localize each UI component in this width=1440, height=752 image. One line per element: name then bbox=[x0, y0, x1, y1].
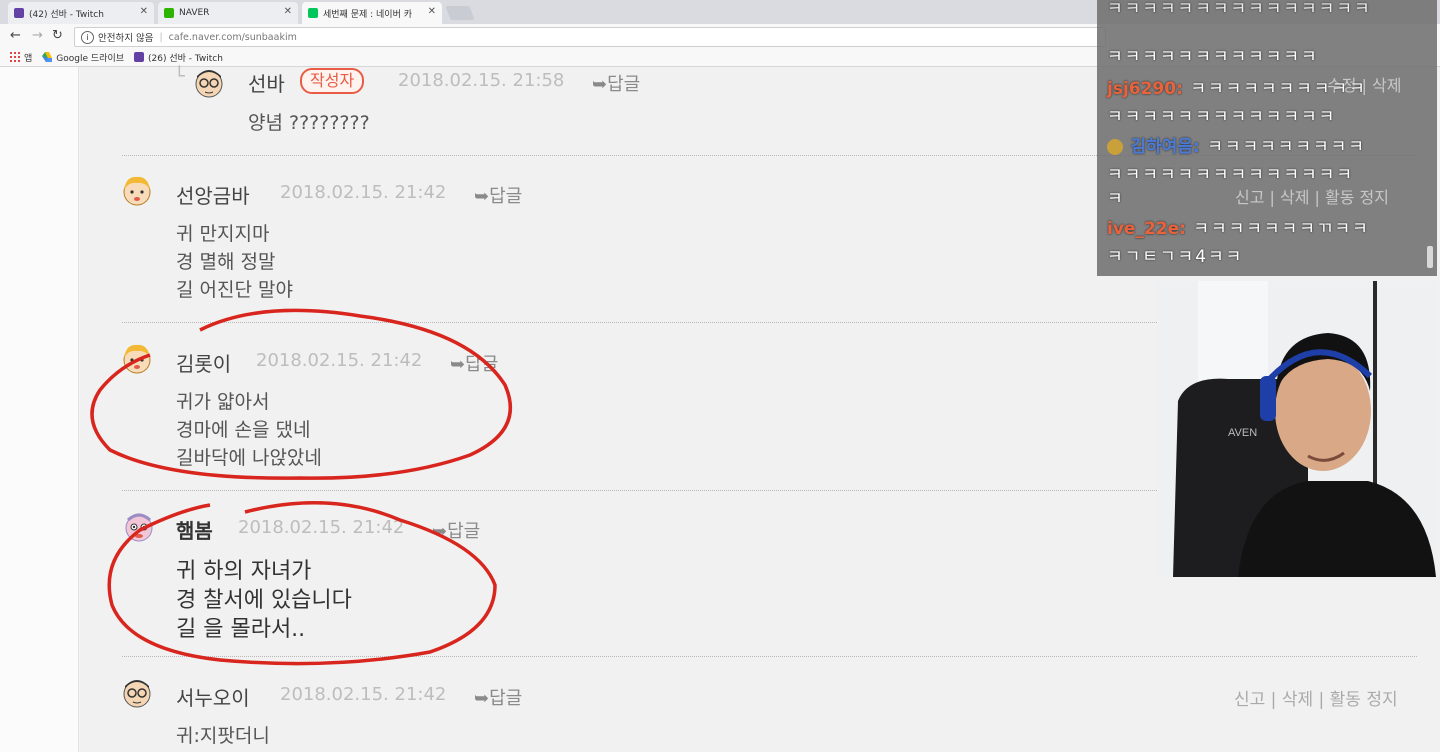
chat-message: ive_22e: ㅋㅋㅋㅋㅋㅋㅋㄲㅋㅋ bbox=[1107, 214, 1370, 239]
chat-message: jsj6290: ㅋㅋㅋㅋㅋㅋㅋㅋㅋㅋ bbox=[1107, 74, 1367, 99]
chat-text: ㅋㅋㅋㅋㅋㅋㅋㅋㅋㅋㅋㅋ bbox=[1107, 47, 1319, 67]
chat-message: 김하여음: ㅋㅋㅋㅋㅋㅋㅋㅋㅋ bbox=[1107, 132, 1366, 157]
stream-chat-overlay: 수정 | 삭제 신고 | 삭제 | 활동 정지 ㅋㅋㅋㅋㅋㅋㅋㅋㅋㅋㅋㅋㅋㅋㅋ … bbox=[1097, 0, 1437, 276]
chat-message: ㅋㄱㅌㄱㅋ4ㅋㅋ bbox=[1107, 242, 1243, 267]
chat-message: ㅋ bbox=[1107, 184, 1125, 209]
chat-colon: : bbox=[1192, 137, 1200, 157]
chat-text: ㅋㅋㅋㅋㅋㅋㅋㄲㅋㅋ bbox=[1193, 219, 1370, 239]
streamer-webcam-image: AVEN bbox=[1158, 281, 1436, 577]
chat-username[interactable]: ive_22e bbox=[1107, 219, 1179, 239]
chat-text: ㅋㅋㅋㅋㅋㅋㅋㅋㅋ bbox=[1207, 137, 1366, 157]
chat-text: ㅋㅋㅋㅋㅋㅋㅋㅋㅋㅋ bbox=[1190, 79, 1367, 99]
chat-username[interactable]: 김하여음 bbox=[1130, 137, 1193, 157]
chat-message: ㅋㅋㅋㅋㅋㅋㅋㅋㅋㅋㅋㅋㅋㅋ bbox=[1107, 160, 1354, 185]
chat-colon: : bbox=[1176, 79, 1183, 99]
chat-username[interactable]: jsj6290 bbox=[1107, 79, 1176, 99]
ghost-comment-actions: 신고 | 삭제 | 활동 정지 bbox=[1235, 188, 1389, 207]
annotation-circle bbox=[90, 308, 512, 480]
chat-badge-icon bbox=[1107, 139, 1123, 155]
chat-message: ㅋㅋㅋㅋㅋㅋㅋㅋㅋㅋㅋㅋㅋ bbox=[1107, 102, 1336, 127]
chat-message: ㅋㅋㅋㅋㅋㅋㅋㅋㅋㅋㅋㅋㅋㅋㅋ bbox=[1107, 0, 1372, 19]
chat-text: ㅋ bbox=[1107, 189, 1125, 209]
chat-text: ㅋㅋㅋㅋㅋㅋㅋㅋㅋㅋㅋㅋㅋㅋㅋ bbox=[1107, 0, 1372, 19]
annotation-circle bbox=[107, 501, 497, 666]
chat-message: ㅋㅋㅋㅋㅋㅋㅋㅋㅋㅋㅋㅋ bbox=[1107, 42, 1319, 67]
chat-colon: : bbox=[1179, 219, 1186, 239]
chat-scrollbar[interactable] bbox=[1427, 246, 1433, 268]
chair-logo: AVEN bbox=[1228, 427, 1257, 439]
chat-text: ㅋㅋㅋㅋㅋㅋㅋㅋㅋㅋㅋㅋㅋㅋ bbox=[1107, 165, 1354, 185]
chat-text: ㅋㄱㅌㄱㅋ4ㅋㅋ bbox=[1107, 247, 1244, 267]
chat-text: ㅋㅋㅋㅋㅋㅋㅋㅋㅋㅋㅋㅋㅋ bbox=[1107, 107, 1337, 127]
webcam-feed: AVEN bbox=[1158, 281, 1436, 577]
